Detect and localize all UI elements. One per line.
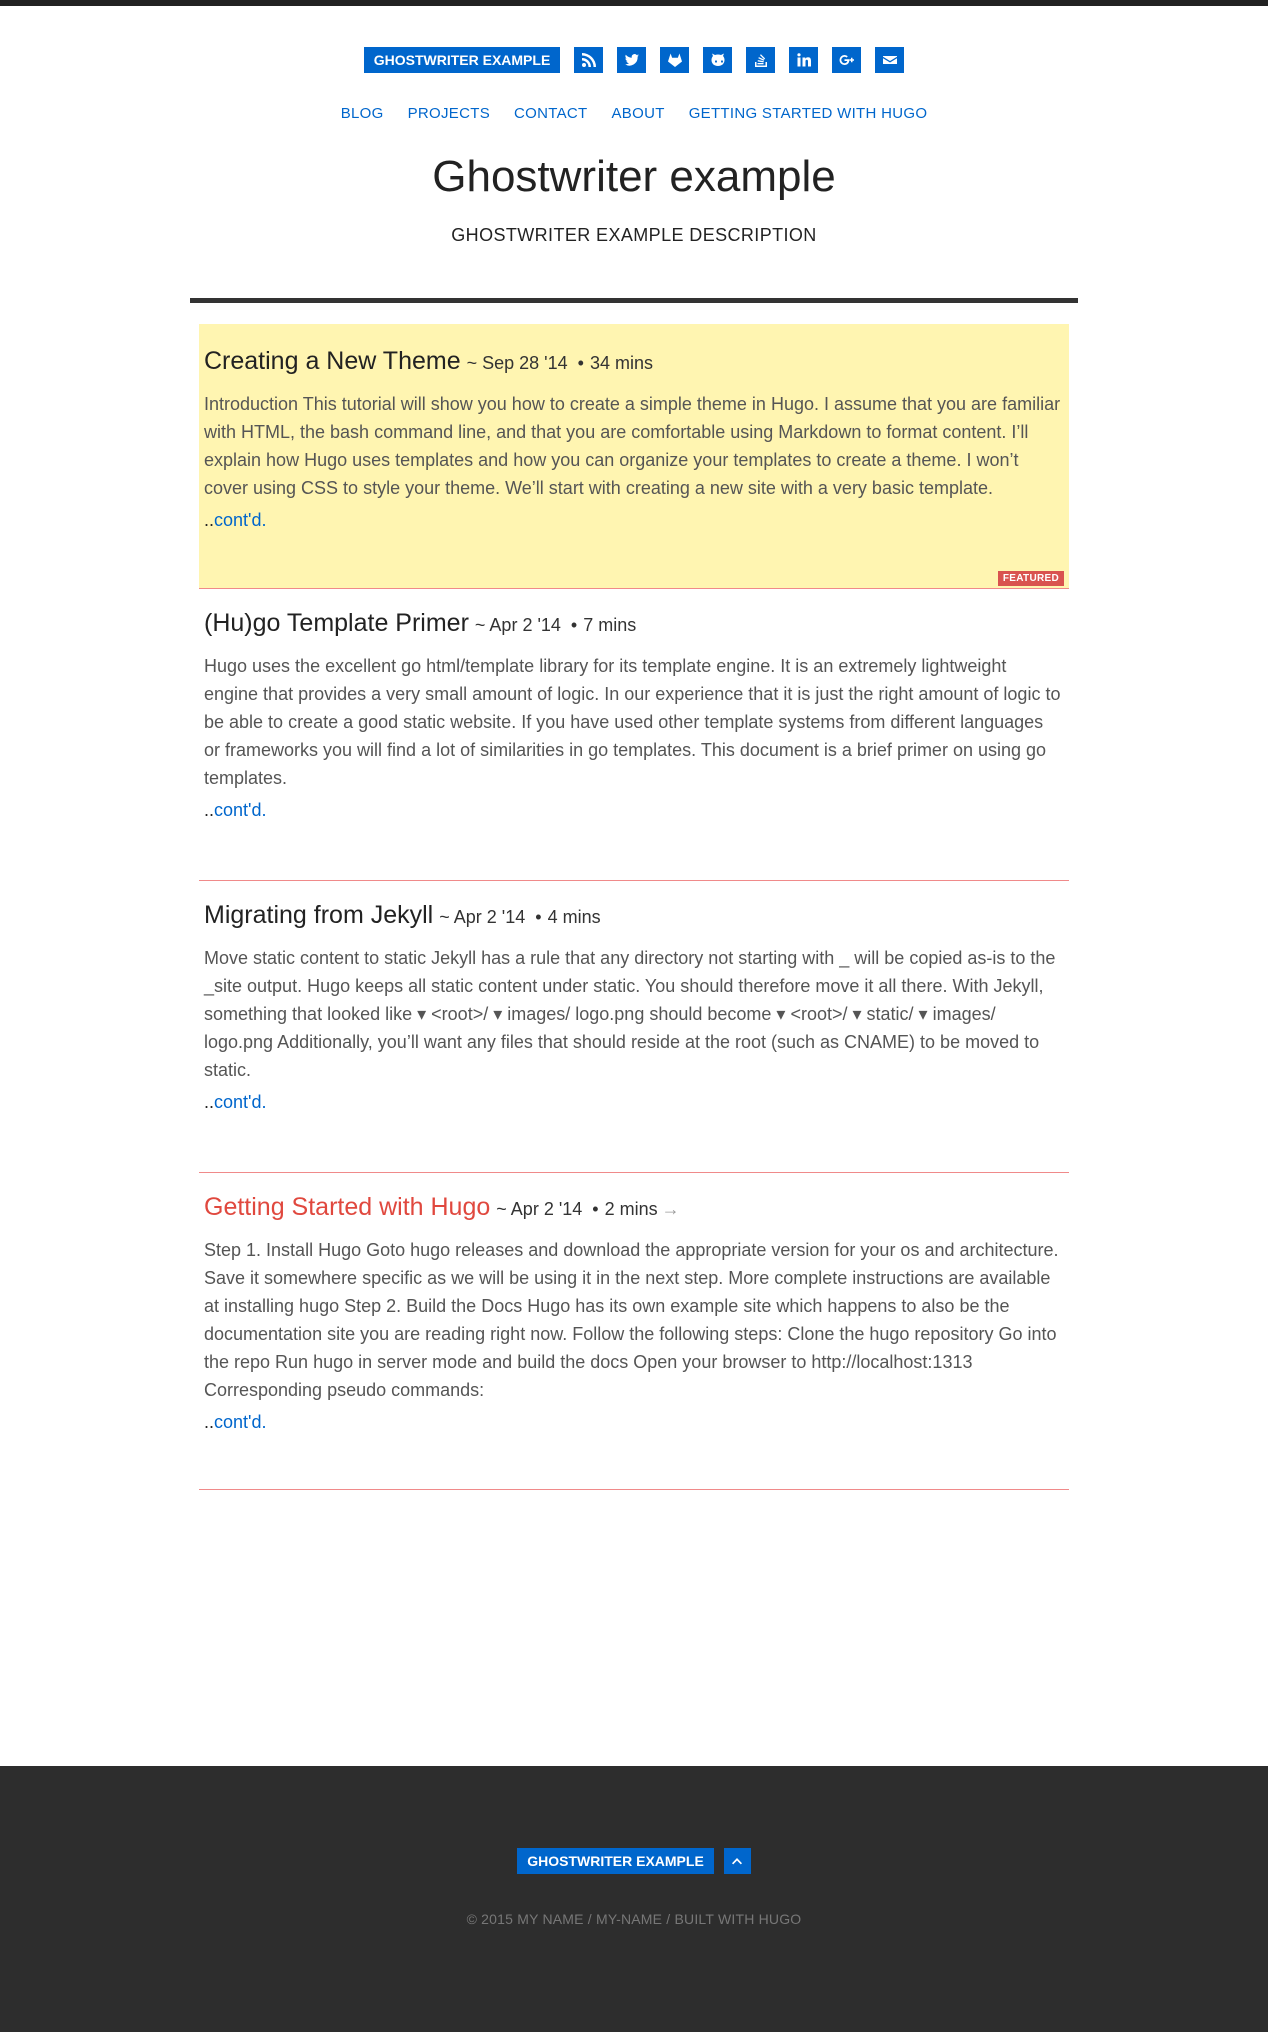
post-heading: Creating a New Theme ~ Sep 28 '14 • 34 min… bbox=[204, 324, 1063, 376]
post-item: Migrating from Jekyll ~ Apr 2 '14 • 4 mins… bbox=[199, 881, 1069, 1173]
email-icon[interactable] bbox=[875, 47, 905, 73]
post-excerpt: Step 1. Install Hugo Goto hugo releases … bbox=[204, 1239, 1059, 1400]
gitlab-icon[interactable] bbox=[660, 47, 690, 73]
nav-item-getting-started[interactable]: GETTING STARTED WITH HUGO bbox=[689, 105, 928, 122]
post-item: (Hu)go Template Primer ~ Apr 2 '14 • 7 min… bbox=[199, 589, 1069, 881]
post-heading: Getting Started with Hugo ~ Apr 2 '14 • 2 … bbox=[204, 1193, 1063, 1222]
post-excerpt: Move static content to static Jekyll has… bbox=[204, 947, 1056, 1080]
read-more-prefix: .. bbox=[204, 1411, 215, 1432]
meta-separator: • bbox=[592, 1198, 599, 1219]
read-more: ..cont'd. bbox=[204, 510, 1063, 531]
post-item-featured: Creating a New Theme ~ Sep 28 '14 • 34 min… bbox=[199, 323, 1069, 589]
post-date: ~ Sep 28 '14 bbox=[466, 352, 568, 373]
read-more-link[interactable]: cont'd. bbox=[214, 1092, 266, 1112]
meta-separator: • bbox=[570, 614, 578, 635]
nav-item-about[interactable]: ABOUT bbox=[612, 105, 665, 122]
top-bar bbox=[0, 0, 1268, 6]
post-date: ~ Apr 2 '14 bbox=[496, 1198, 583, 1219]
chevron-up-icon bbox=[732, 1858, 743, 1865]
site-header: GHOSTWRITER EXAMPLE BLOG PROJECTS CONTAC… bbox=[0, 47, 1268, 303]
nav-item-projects[interactable]: PROJECTS bbox=[408, 105, 490, 122]
read-more-prefix: .. bbox=[204, 1091, 215, 1112]
post-read-time: 7 mins bbox=[583, 614, 637, 635]
site-footer: GHOSTWRITER EXAMPLE © 2015 MY NAME / MY-… bbox=[0, 1766, 1268, 2032]
post-title-link[interactable]: Migrating from Jekyll bbox=[204, 901, 433, 930]
post-meta: ~ Apr 2 '14 • 4 mins bbox=[439, 907, 600, 928]
read-more: ..cont'd. bbox=[204, 800, 1063, 821]
footer-brand-button[interactable]: GHOSTWRITER EXAMPLE bbox=[517, 1848, 714, 1874]
post-excerpt: Introduction This tutorial will show you… bbox=[204, 393, 1061, 498]
site-title: Ghostwriter example bbox=[432, 152, 836, 201]
post-heading: (Hu)go Template Primer ~ Apr 2 '14 • 7 min… bbox=[204, 609, 1063, 638]
meta-separator: • bbox=[535, 906, 542, 927]
read-more: ..cont'd. bbox=[204, 1092, 1063, 1113]
read-more-link[interactable]: cont'd. bbox=[214, 800, 266, 820]
twitter-icon[interactable] bbox=[617, 47, 647, 73]
post-read-time: 34 mins bbox=[589, 352, 653, 373]
main-nav: BLOG PROJECTS CONTACT ABOUT GETTING STAR… bbox=[0, 105, 1268, 122]
post-meta: ~ Apr 2 '14 • 2 mins → bbox=[496, 1199, 679, 1220]
read-more-link[interactable]: cont'd. bbox=[214, 510, 266, 530]
post-item-external: Getting Started with Hugo ~ Apr 2 '14 • 2 … bbox=[199, 1173, 1069, 1490]
nav-item-blog[interactable]: BLOG bbox=[341, 105, 384, 122]
post-read-time: 2 mins bbox=[604, 1198, 658, 1219]
read-more: ..cont'd. bbox=[204, 1412, 1063, 1433]
external-arrow-icon: → bbox=[661, 1198, 680, 1219]
footer-row: GHOSTWRITER EXAMPLE bbox=[0, 1848, 1268, 1874]
read-more-prefix: .. bbox=[204, 509, 215, 530]
brand-button[interactable]: GHOSTWRITER EXAMPLE bbox=[363, 47, 561, 73]
brand-row: GHOSTWRITER EXAMPLE bbox=[0, 47, 1268, 73]
site-description: GHOSTWRITER EXAMPLE DESCRIPTION bbox=[451, 224, 817, 245]
scroll-top-button[interactable] bbox=[723, 1848, 751, 1874]
meta-separator: • bbox=[577, 352, 584, 373]
read-more-prefix: .. bbox=[204, 799, 215, 820]
post-date: ~ Apr 2 '14 bbox=[439, 906, 526, 927]
post-title-link[interactable]: Creating a New Theme bbox=[204, 347, 461, 376]
post-excerpt: Hugo uses the excellent go html/template… bbox=[204, 655, 1061, 788]
post-title-link[interactable]: Getting Started with Hugo bbox=[204, 1193, 490, 1222]
featured-badge: FEATURED bbox=[997, 570, 1064, 586]
google-plus-icon[interactable] bbox=[832, 47, 862, 73]
post-date: ~ Apr 2 '14 bbox=[474, 614, 561, 635]
post-heading: Migrating from Jekyll ~ Apr 2 '14 • 4 mins bbox=[204, 901, 1063, 930]
stackoverflow-icon[interactable] bbox=[746, 47, 776, 73]
header-divider bbox=[190, 297, 1078, 303]
read-more-link[interactable]: cont'd. bbox=[214, 1412, 266, 1432]
linkedin-icon[interactable] bbox=[789, 47, 819, 73]
post-meta: ~ Sep 28 '14 • 34 mins bbox=[467, 353, 653, 374]
nav-item-contact[interactable]: CONTACT bbox=[514, 105, 587, 122]
rss-icon[interactable] bbox=[574, 47, 604, 73]
post-read-time: 4 mins bbox=[547, 906, 601, 927]
post-list: Creating a New Theme ~ Sep 28 '14 • 34 min… bbox=[199, 323, 1069, 1490]
github-icon[interactable] bbox=[703, 47, 733, 73]
post-meta: ~ Apr 2 '14 • 7 mins bbox=[475, 615, 636, 636]
copyright: © 2015 MY NAME / MY-NAME / BUILT WITH HU… bbox=[466, 1911, 802, 1927]
post-title-link[interactable]: (Hu)go Template Primer bbox=[204, 609, 469, 638]
